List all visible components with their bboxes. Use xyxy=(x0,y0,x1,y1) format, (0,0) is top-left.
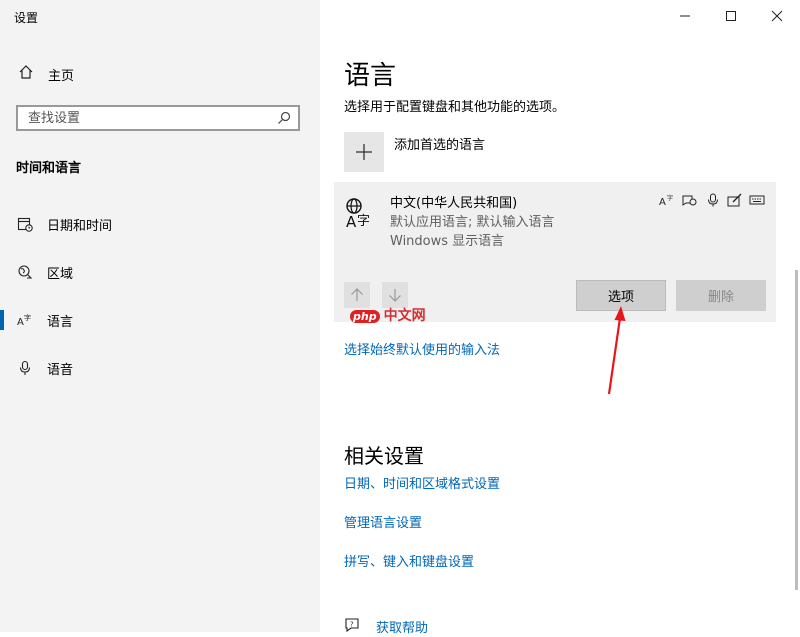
microphone-icon xyxy=(17,360,33,376)
arrow-down-icon xyxy=(389,289,401,302)
svg-text:字: 字 xyxy=(667,194,673,202)
home-icon xyxy=(18,64,34,84)
close-icon xyxy=(771,10,783,22)
handwriting-icon xyxy=(726,192,744,208)
add-language-button[interactable] xyxy=(344,132,384,172)
active-indicator xyxy=(0,310,4,330)
svg-text:?: ? xyxy=(350,621,354,629)
page-subtitle: 选择用于配置键盘和其他功能的选项。 xyxy=(344,100,566,115)
language-glyph-icon: A 字 xyxy=(344,196,378,231)
svg-text:A: A xyxy=(17,317,24,328)
keyboard-icon xyxy=(748,192,766,208)
maximize-icon xyxy=(726,11,736,21)
spelling-typing-link[interactable]: 拼写、键入和键盘设置 xyxy=(344,551,474,570)
svg-text:A: A xyxy=(659,197,666,207)
section-title: 时间和语言 xyxy=(16,161,82,176)
watermark-brand: php xyxy=(350,310,380,323)
maximize-button[interactable] xyxy=(708,0,754,32)
sidebar-item-language[interactable]: A字 语言 xyxy=(0,300,320,340)
svg-text:A: A xyxy=(346,213,357,230)
home-nav-item[interactable]: 主页 xyxy=(18,64,74,84)
watermark: php 中文网 xyxy=(350,305,426,325)
help-icon: ? xyxy=(344,617,360,637)
input-method-link[interactable]: 选择始终默认使用的输入法 xyxy=(344,339,500,358)
manage-language-link[interactable]: 管理语言设置 xyxy=(344,512,422,531)
arrow-up-icon xyxy=(351,288,363,301)
sidebar-item-label: 语言 xyxy=(47,314,74,330)
language-icon: A字 xyxy=(17,312,33,328)
related-settings-title: 相关设置 xyxy=(344,444,424,468)
watermark-text: 中文网 xyxy=(383,308,426,324)
region-format-link[interactable]: 日期、时间和区域格式设置 xyxy=(344,473,500,492)
microphone-icon xyxy=(704,192,722,208)
speech-recognition-icon xyxy=(680,192,698,208)
main-pane: 语言 选择用于配置键盘和其他功能的选项。 添加首选的语言 A 字 中文(中华人民… xyxy=(320,0,800,636)
window-title: 设置 xyxy=(14,11,39,25)
date-time-icon xyxy=(17,216,33,232)
home-label: 主页 xyxy=(48,68,75,84)
minimize-icon xyxy=(680,15,690,17)
language-card[interactable]: A 字 中文(中华人民共和国) 默认应用语言; 默认输入语言 Windows 显… xyxy=(334,182,776,322)
sidebar-item-date-time[interactable]: 日期和时间 xyxy=(0,204,320,244)
plus-icon xyxy=(356,144,372,160)
minimize-button[interactable] xyxy=(662,0,708,32)
page-title: 语言 xyxy=(344,61,397,91)
language-detail: 默认应用语言; 默认输入语言 xyxy=(390,215,555,230)
remove-button[interactable]: 删除 xyxy=(676,280,766,311)
options-button[interactable]: 选项 xyxy=(576,280,666,311)
sidebar-item-label: 日期和时间 xyxy=(47,218,113,234)
close-button[interactable] xyxy=(754,0,800,32)
svg-text:字: 字 xyxy=(24,313,31,322)
sidebar: 设置 主页 时间和语言 日期和时间 区域 A字 语言 xyxy=(0,0,320,632)
language-detail: Windows 显示语言 xyxy=(390,234,505,249)
language-name: 中文(中华人民共和国) xyxy=(390,196,518,211)
add-language-label[interactable]: 添加首选的语言 xyxy=(394,134,485,153)
region-icon xyxy=(17,264,33,280)
svg-text:字: 字 xyxy=(357,214,370,229)
sidebar-item-label: 区域 xyxy=(47,266,74,282)
display-language-icon: A字 xyxy=(658,192,676,208)
sidebar-item-label: 语音 xyxy=(47,362,74,378)
get-help-link[interactable]: 获取帮助 xyxy=(376,617,428,636)
scrollbar[interactable] xyxy=(795,270,798,590)
search-icon[interactable] xyxy=(276,110,292,130)
sidebar-item-region[interactable]: 区域 xyxy=(0,252,320,292)
search-input[interactable] xyxy=(18,107,268,130)
search-box[interactable] xyxy=(16,105,300,131)
sidebar-item-speech[interactable]: 语音 xyxy=(0,348,320,388)
